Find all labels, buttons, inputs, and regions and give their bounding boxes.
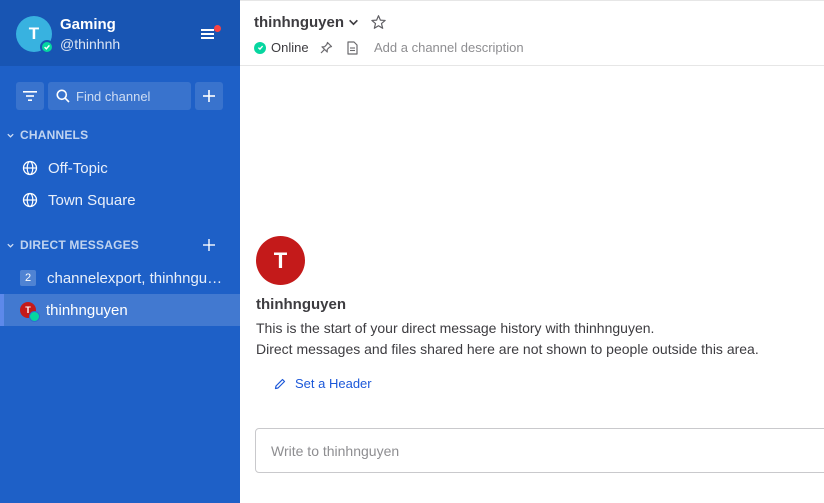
globe-icon [22,192,38,208]
team-avatar-initial: T [28,24,40,43]
channel-name-dropdown[interactable]: thinhnguyen [254,14,359,31]
chevron-down-icon [7,243,14,248]
plus-icon [203,90,215,102]
intro-message-line-1: This is the start of your direct message… [256,320,655,336]
sidebar-item-town-square[interactable]: Town Square [0,184,240,216]
avatar: T [20,302,40,322]
find-channel-input[interactable]: Find channel [48,82,191,110]
star-icon[interactable] [370,14,387,31]
message-input[interactable]: Write to thinhnguyen [255,428,824,473]
channels-section-header[interactable]: CHANNELS [6,128,88,142]
sidebar-item-label: Off-Topic [48,159,108,177]
find-channel-placeholder: Find channel [76,88,151,104]
sidebar-item-label: channelexport, thinhnguyen [47,269,225,287]
document-icon[interactable] [346,41,359,55]
main-content: thinhnguyen Online Add a channel descrip… [240,0,824,503]
chevron-down-icon [349,19,358,26]
sidebar-item-thinhnguyen[interactable]: T thinhnguyen [0,294,240,326]
team-name: Gaming [60,16,116,33]
sidebar: T Gaming @thinhnh Find channel CHANNELS … [0,0,240,503]
add-channel-description-link[interactable]: Add a channel description [374,40,524,55]
sidebar-item-group-dm[interactable]: 2 channelexport, thinhnguyen [0,262,240,294]
member-count-badge: 2 [20,270,36,286]
sidebar-item-label: thinhnguyen [46,301,128,319]
channels-section-title: CHANNELS [20,128,89,142]
online-check-icon [254,41,266,54]
notification-dot [214,25,221,32]
sidebar-item-off-topic[interactable]: Off-Topic [0,152,240,184]
pin-icon[interactable] [319,41,333,55]
message-input-placeholder: Write to thinhnguyen [271,442,400,459]
set-header-button[interactable]: Set a Header [274,376,372,391]
status-indicator: Online [254,40,309,55]
search-icon [56,89,70,103]
intro-avatar-initial: T [273,247,288,273]
chevron-down-icon [7,133,14,138]
pencil-icon [274,378,286,389]
globe-icon [22,160,38,176]
team-header[interactable]: T Gaming @thinhnh [0,0,240,66]
channel-header: thinhnguyen Online Add a channel descrip… [240,0,824,66]
intro-message-line-2: Direct messages and files shared here ar… [256,341,759,357]
intro-avatar[interactable]: T [256,236,305,285]
online-status-icon [29,311,40,322]
filter-button[interactable] [16,82,44,110]
dm-section-title: DIRECT MESSAGES [20,238,140,252]
status-text: Online [271,40,309,55]
filter-icon [23,91,37,101]
add-channel-button[interactable] [195,82,223,110]
add-dm-icon[interactable] [203,239,215,251]
sidebar-item-label: Town Square [48,191,136,209]
channel-name: thinhnguyen [254,14,344,31]
app-window: T Gaming @thinhnh Find channel CHANNELS … [0,0,824,503]
intro-username[interactable]: thinhnguyen [256,296,346,313]
online-status-icon [40,40,54,54]
dm-section-header[interactable]: DIRECT MESSAGES [6,238,139,252]
user-handle: @thinhnh [60,36,121,52]
set-header-label: Set a Header [295,376,372,391]
